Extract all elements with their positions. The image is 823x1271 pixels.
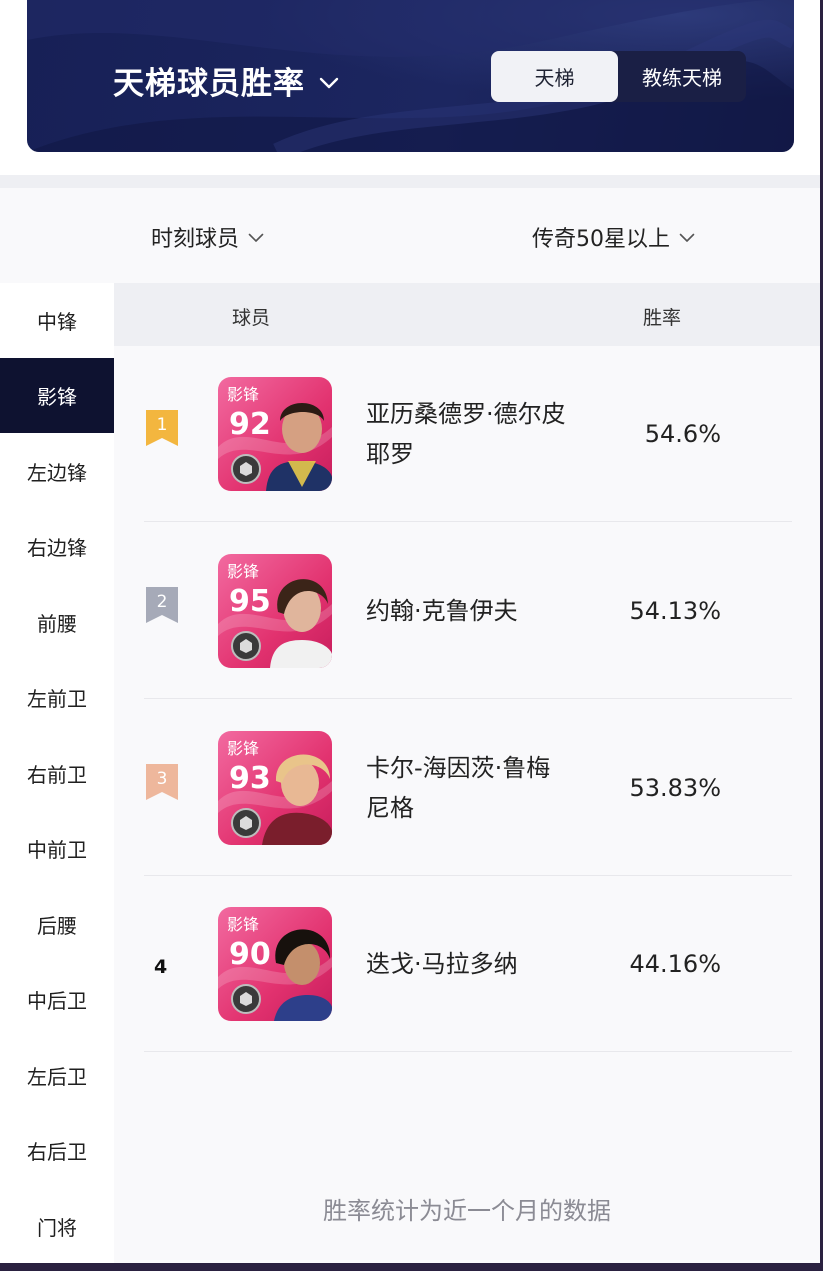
header-banner: 天梯球员胜率 天梯 教练天梯	[27, 0, 794, 152]
player-card[interactable]: 影锋 95	[218, 554, 332, 668]
card-position-label: 影锋	[227, 739, 260, 758]
card-position-label: 影锋	[227, 915, 260, 934]
tab-coach-ladder[interactable]: 教练天梯	[618, 51, 746, 102]
sidebar-item-gk[interactable]: 门将	[0, 1189, 114, 1263]
player-name[interactable]: 亚历桑德罗·德尔皮耶罗	[366, 346, 566, 522]
rank-number: 2	[156, 592, 168, 612]
tier-filter-label: 传奇50星以上	[532, 227, 670, 252]
row-divider	[144, 698, 792, 699]
card-rating: 93	[229, 761, 271, 796]
sidebar-item-rwf[interactable]: 右边锋	[0, 509, 114, 584]
sidebar-item-dmf[interactable]: 后腰	[0, 887, 114, 962]
card-position-label: 影锋	[227, 385, 260, 404]
ranking-panel: 球员 胜率 1 影锋 92 亚历桑德罗·德尔皮耶罗 54.6% 2 影锋 95 …	[114, 283, 820, 1263]
table-row[interactable]: 4 影锋 90 迭戈·马拉多纳 44.16%	[144, 876, 792, 1052]
card-rating: 90	[229, 937, 271, 972]
card-rating: 92	[229, 407, 271, 442]
footnote: 胜率统计为近一个月的数据	[323, 1197, 611, 1225]
rank-number: 4	[154, 956, 168, 978]
player-name-text: 约翰·克鲁伊夫	[366, 597, 518, 625]
chevron-down-icon	[679, 233, 695, 242]
win-rate-value: 54.6%	[644, 420, 721, 448]
sidebar-item-cf[interactable]: 中锋	[0, 283, 114, 358]
rank-badge-silver: 2	[146, 587, 178, 623]
sidebar-item-lmf[interactable]: 左前卫	[0, 660, 114, 735]
tier-filter[interactable]: 传奇50星以上	[532, 221, 695, 253]
filter-bar: 时刻球员 传奇50星以上	[0, 188, 820, 283]
player-card[interactable]: 影锋 93	[218, 731, 332, 845]
row-divider	[144, 521, 792, 522]
table-row[interactable]: 3 影锋 93 卡尔-海因茨·鲁梅尼格 53.83%	[144, 700, 792, 876]
player-name-text: 亚历桑德罗·德尔皮耶罗	[366, 400, 566, 468]
sidebar-item-rb[interactable]: 右后卫	[0, 1113, 114, 1188]
chevron-down-icon	[248, 233, 264, 242]
card-rating: 95	[229, 584, 271, 619]
win-rate-value: 54.13%	[629, 597, 721, 625]
section-separator	[0, 175, 820, 188]
sidebar-item-lb[interactable]: 左后卫	[0, 1038, 114, 1113]
mode-segmented-control: 天梯 教练天梯	[491, 51, 746, 102]
chevron-down-icon	[319, 77, 339, 88]
player-card[interactable]: 影锋 92	[218, 377, 332, 491]
card-type-filter[interactable]: 时刻球员	[151, 221, 264, 253]
player-name-text: 迭戈·马拉多纳	[366, 950, 518, 978]
tab-ladder[interactable]: 天梯	[491, 51, 618, 102]
sidebar-item-cb[interactable]: 中后卫	[0, 962, 114, 1037]
sidebar-item-amf[interactable]: 前腰	[0, 585, 114, 660]
player-name-text: 卡尔-海因茨·鲁梅尼格	[366, 754, 551, 822]
player-name[interactable]: 约翰·克鲁伊夫	[366, 523, 566, 699]
win-rate-value: 53.83%	[629, 774, 721, 802]
table-row[interactable]: 1 影锋 92 亚历桑德罗·德尔皮耶罗 54.6%	[144, 346, 792, 522]
rank-badge-gold: 1	[146, 410, 178, 446]
rank-number: 3	[156, 769, 168, 789]
rank-number: 1	[156, 415, 168, 435]
win-rate-value: 44.16%	[629, 950, 721, 978]
player-name[interactable]: 卡尔-海因茨·鲁梅尼格	[366, 700, 566, 876]
title-dropdown[interactable]: 天梯球员胜率	[113, 58, 339, 103]
row-divider	[144, 1051, 792, 1052]
card-type-filter-label: 时刻球员	[151, 227, 240, 252]
ladder-win-rate-page: 天梯球员胜率 天梯 教练天梯 时刻球员 传奇50星以上 中锋 影锋 左边锋 右边…	[0, 0, 820, 1263]
page-title: 天梯球员胜率	[113, 66, 305, 102]
column-header-win-rate: 胜率	[643, 307, 682, 329]
table-header: 球员 胜率	[114, 283, 820, 346]
player-card[interactable]: 影锋 90	[218, 907, 332, 1021]
sidebar-item-lwf[interactable]: 左边锋	[0, 434, 114, 509]
position-sidebar: 中锋 影锋 左边锋 右边锋 前腰 左前卫 右前卫 中前卫 后腰 中后卫 左后卫 …	[0, 283, 114, 1263]
player-name[interactable]: 迭戈·马拉多纳	[366, 876, 566, 1052]
column-header-player: 球员	[232, 307, 271, 329]
sidebar-item-rmf[interactable]: 右前卫	[0, 736, 114, 811]
card-position-label: 影锋	[227, 562, 260, 581]
sidebar-item-cmf[interactable]: 中前卫	[0, 811, 114, 886]
rank-badge-bronze: 3	[146, 764, 178, 800]
table-row[interactable]: 2 影锋 95 约翰·克鲁伊夫 54.13%	[144, 523, 792, 699]
sidebar-item-ss[interactable]: 影锋	[0, 358, 114, 433]
